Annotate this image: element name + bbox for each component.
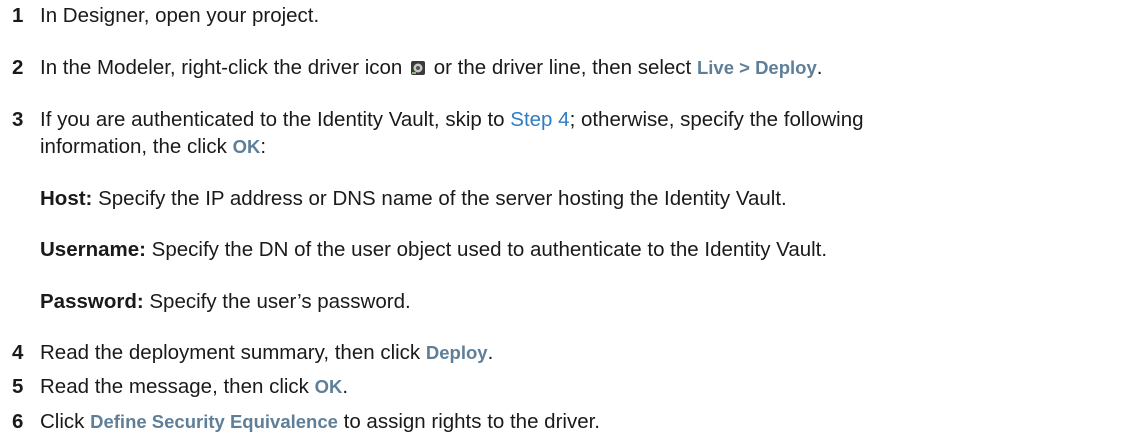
step-text-post: to assign rights to the driver.	[343, 410, 601, 433]
step-6: 6 Click Define Security Equivalence to as…	[12, 409, 600, 435]
step-text: In Designer, open your project.	[40, 4, 320, 27]
step-5: 5 Read the message, then click OK.	[12, 374, 348, 400]
step-text-line2: information, the click	[40, 135, 227, 158]
field-label: Host:	[40, 187, 93, 210]
field-label: Username:	[40, 238, 146, 261]
step-text-line2-post: :	[260, 135, 267, 158]
field-text: Specify the user’s password.	[149, 290, 411, 313]
step-number: 3	[12, 108, 24, 131]
step-2: 2 In the Modeler, right-click the driver …	[12, 55, 822, 81]
step-text-pre: If you are authenticated to the Identity…	[40, 108, 505, 131]
ok-button-label: OK	[314, 376, 343, 397]
step-number: 5	[12, 375, 24, 398]
deploy-button-label: Deploy	[425, 342, 488, 363]
field-text: Specify the IP address or DNS name of th…	[98, 187, 787, 210]
step-text-pre: In the Modeler, right-click the driver i…	[40, 56, 403, 79]
driver-icon	[411, 61, 426, 75]
step-number: 6	[12, 410, 24, 433]
field-host: Host: Specify the IP address or DNS name…	[40, 186, 787, 212]
step-number: 2	[12, 56, 24, 79]
field-username: Username: Specify the DN of the user obj…	[40, 237, 827, 263]
field-label: Password:	[40, 290, 144, 313]
step-text-post: ; otherwise, specify the following	[569, 108, 864, 131]
step-3-continuation: information, the click OK:	[40, 134, 266, 160]
step-text-pre: Read the message, then click	[40, 375, 309, 398]
step-text-post: .	[487, 341, 494, 364]
step-4-link[interactable]: Step 4	[510, 108, 569, 131]
step-4: 4 Read the deployment summary, then click…	[12, 340, 493, 366]
step-number: 4	[12, 341, 24, 364]
step-text-post: .	[816, 56, 823, 79]
menu-path-live-deploy: Live > Deploy	[696, 57, 817, 78]
step-1: 1 In Designer, open your project.	[12, 3, 319, 29]
field-text: Specify the DN of the user object used t…	[151, 238, 828, 261]
field-password: Password: Specify the user’s password.	[40, 289, 411, 315]
step-text-pre: Read the deployment summary, then click	[40, 341, 421, 364]
ok-button-label: OK	[232, 136, 261, 157]
step-text-post: .	[342, 375, 349, 398]
step-number: 1	[12, 4, 24, 27]
define-security-equivalence-label: Define Security Equivalence	[90, 411, 338, 432]
step-3: 3 If you are authenticated to the Identit…	[12, 107, 864, 133]
step-text-mid: or the driver line, then select	[433, 56, 692, 79]
step-text-pre: Click	[40, 410, 85, 433]
